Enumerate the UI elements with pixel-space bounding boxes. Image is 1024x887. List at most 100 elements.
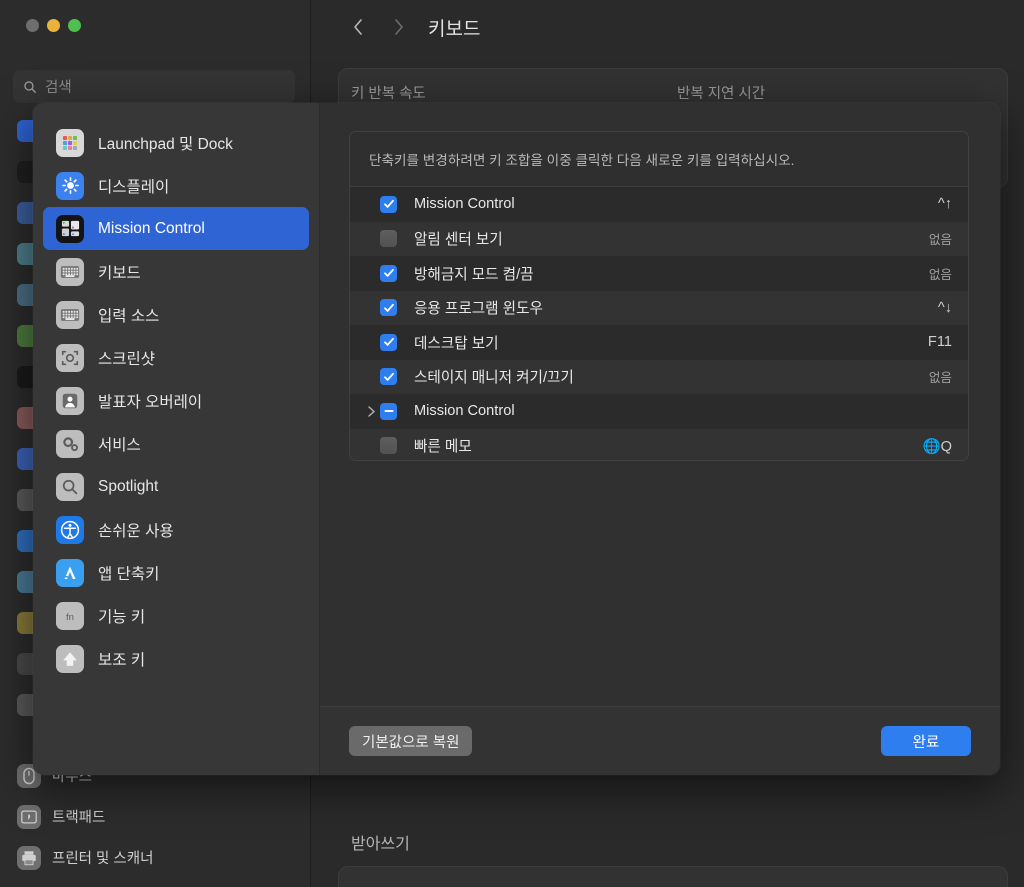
sidebar-item-label: 디스플레이 bbox=[98, 178, 170, 196]
chevron-left-icon bbox=[353, 19, 362, 35]
table-row[interactable]: 데스크탑 보기 F11 bbox=[350, 325, 968, 360]
shortcuts-hint: 단축키를 변경하려면 키 조합을 이중 클릭한 다음 새로운 키를 입력하십시오… bbox=[350, 132, 968, 187]
modifier-key-icon bbox=[56, 644, 84, 673]
back-button[interactable] bbox=[338, 10, 378, 44]
shortcut-label: 응용 프로그램 윈도우 bbox=[414, 301, 543, 318]
mission-control-icon bbox=[56, 214, 84, 243]
search-input[interactable]: 검색 bbox=[13, 70, 295, 103]
shortcut-checkbox[interactable] bbox=[380, 299, 397, 317]
shortcut-checkbox[interactable] bbox=[380, 368, 397, 386]
shortcut-category-list: Launchpad 및 Dock 디스플레이 Mission Control 키보드입… bbox=[33, 103, 320, 775]
sidebar-item-label: 스크린샷 bbox=[98, 350, 156, 368]
keyboard-icon bbox=[56, 257, 84, 286]
sidebar-item-label: 기능 키 bbox=[98, 608, 146, 626]
sidebar-item-11[interactable]: fn 기능 키 bbox=[43, 594, 309, 637]
sidebar-item-label: 서비스 bbox=[98, 436, 141, 454]
keyboard-shortcuts-sheet: Launchpad 및 Dock 디스플레이 Mission Control 키보드입… bbox=[33, 103, 1000, 775]
sidebar-item-9[interactable]: 손쉬운 사용 bbox=[43, 508, 309, 551]
navigation-controls: 키보드 bbox=[338, 10, 480, 44]
shortcut-label: 데스크탑 보기 bbox=[414, 335, 499, 352]
sidebar-item-label: Launchpad 및 Dock bbox=[98, 135, 233, 153]
display-icon bbox=[56, 171, 84, 200]
sidebar-item-label: Mission Control bbox=[98, 219, 205, 237]
sidebar-item-label: 발표자 오버레이 bbox=[98, 393, 203, 411]
table-row[interactable]: 스테이지 매니저 켜기/끄기 없음 bbox=[350, 359, 968, 394]
done-button[interactable]: 완료 bbox=[881, 726, 971, 756]
table-row[interactable]: 응용 프로그램 윈도우 ^↓ bbox=[350, 290, 968, 325]
launchpad-icon bbox=[56, 128, 84, 157]
shortcut-key[interactable]: 🌐Q bbox=[922, 437, 952, 455]
sidebar-item-label: 손쉬운 사용 bbox=[98, 522, 174, 540]
sidebar-item-12[interactable]: 보조 키 bbox=[43, 637, 309, 680]
table-row[interactable]: 방해금지 모드 켬/끔 없음 bbox=[350, 256, 968, 291]
input-sources-icon bbox=[56, 300, 84, 329]
search-icon bbox=[24, 80, 36, 93]
search-placeholder: 검색 bbox=[45, 80, 72, 96]
shortcut-checkbox[interactable] bbox=[380, 402, 397, 420]
shortcut-key[interactable]: 없음 bbox=[929, 264, 952, 283]
sidebar-item-label: Spotlight bbox=[98, 477, 159, 495]
sidebar-item-label: 입력 소스 bbox=[98, 307, 160, 325]
table-row[interactable]: 빠른 메모 🌐Q bbox=[350, 428, 968, 460]
shortcut-key[interactable]: 없음 bbox=[929, 229, 952, 248]
shortcut-checkbox[interactable] bbox=[380, 195, 397, 213]
sidebar-item-trackpad[interactable]: 트랙패드 bbox=[0, 796, 311, 837]
screenshot-icon bbox=[56, 343, 84, 372]
forward-button[interactable] bbox=[378, 10, 418, 44]
shortcut-label: 스테이지 매니저 켜기/끄기 bbox=[414, 370, 574, 387]
page-title: 키보드 bbox=[428, 18, 481, 40]
sidebar-item-5[interactable]: 스크린샷 bbox=[43, 336, 309, 379]
chevron-right-icon bbox=[394, 19, 403, 35]
sidebar-item-printer[interactable]: 프린터 및 스캐너 bbox=[0, 837, 311, 878]
shortcut-checkbox[interactable] bbox=[380, 437, 397, 455]
repeat-delay-label: 반복 지연 시간 bbox=[677, 86, 766, 102]
sidebar-item-label: 프린터 및 스캐너 bbox=[52, 851, 154, 867]
svg-text:fn: fn bbox=[66, 612, 74, 623]
shortcut-key[interactable]: ^↓ bbox=[938, 300, 952, 316]
spotlight-icon bbox=[56, 472, 84, 501]
sidebar-item-0[interactable]: Launchpad 및 Dock bbox=[43, 121, 309, 164]
table-row[interactable]: Mission Control ^↑ bbox=[350, 187, 968, 222]
sidebar-item-1[interactable]: 디스플레이 bbox=[43, 164, 309, 207]
app-shortcuts-icon bbox=[56, 558, 84, 587]
sidebar-item-label: 보조 키 bbox=[98, 651, 146, 669]
printer-icon bbox=[17, 845, 41, 870]
key-repeat-rate-label: 키 반복 속도 bbox=[351, 86, 426, 102]
accessibility-icon bbox=[56, 515, 84, 544]
services-icon bbox=[56, 429, 84, 458]
minimize-button[interactable] bbox=[47, 19, 60, 32]
shortcut-key[interactable]: ^↑ bbox=[938, 196, 952, 212]
sidebar-item-10[interactable]: 앱 단축키 bbox=[43, 551, 309, 594]
sidebar-item-4[interactable]: 입력 소스 bbox=[43, 293, 309, 336]
sidebar-item-label: 키보드 bbox=[98, 264, 141, 282]
sidebar-item-8[interactable]: Spotlight bbox=[43, 465, 309, 508]
dictation-section-title: 받아쓰기 bbox=[351, 836, 410, 853]
shortcut-label: Mission Control bbox=[414, 403, 515, 420]
maximize-button[interactable] bbox=[68, 19, 81, 32]
close-button[interactable] bbox=[26, 19, 39, 32]
shortcut-label: 알림 센터 보기 bbox=[414, 232, 503, 249]
sidebar-item-7[interactable]: 서비스 bbox=[43, 422, 309, 465]
shortcut-checkbox[interactable] bbox=[380, 333, 397, 351]
table-row[interactable]: Mission Control bbox=[350, 394, 968, 429]
window-traffic-lights bbox=[26, 19, 81, 32]
shortcut-checkbox[interactable] bbox=[380, 230, 397, 248]
trackpad-icon bbox=[17, 804, 41, 829]
app-window: 검색 마우스 트랙패드 프린터 및 스캐너 키보드 키 반복 속도 반복 지연 시간 bbox=[0, 0, 1024, 887]
sidebar-item-6[interactable]: 발표자 오버레이 bbox=[43, 379, 309, 422]
shortcut-key[interactable]: 없음 bbox=[929, 367, 952, 386]
table-row[interactable]: 알림 센터 보기 없음 bbox=[350, 221, 968, 256]
shortcut-label: 방해금지 모드 켬/끔 bbox=[414, 266, 534, 283]
dictation-card bbox=[338, 866, 1008, 887]
shortcut-checkbox[interactable] bbox=[380, 264, 397, 282]
sidebar-item-label: 트랙패드 bbox=[52, 810, 106, 826]
sidebar-item-3[interactable]: 키보드 bbox=[43, 250, 309, 293]
restore-defaults-button[interactable]: 기본값으로 복원 bbox=[349, 726, 473, 756]
sidebar-item-2[interactable]: Mission Control bbox=[43, 207, 309, 250]
disclosure-triangle-icon[interactable] bbox=[362, 405, 380, 418]
shortcut-key[interactable]: F11 bbox=[928, 334, 952, 350]
shortcut-label: 빠른 메모 bbox=[414, 439, 472, 456]
shortcut-detail-pane: 단축키를 변경하려면 키 조합을 이중 클릭한 다음 새로운 키를 입력하십시오… bbox=[320, 103, 1000, 775]
presenter-overlay-icon bbox=[56, 386, 84, 415]
shortcuts-table: 단축키를 변경하려면 키 조합을 이중 클릭한 다음 새로운 키를 입력하십시오… bbox=[349, 131, 969, 461]
